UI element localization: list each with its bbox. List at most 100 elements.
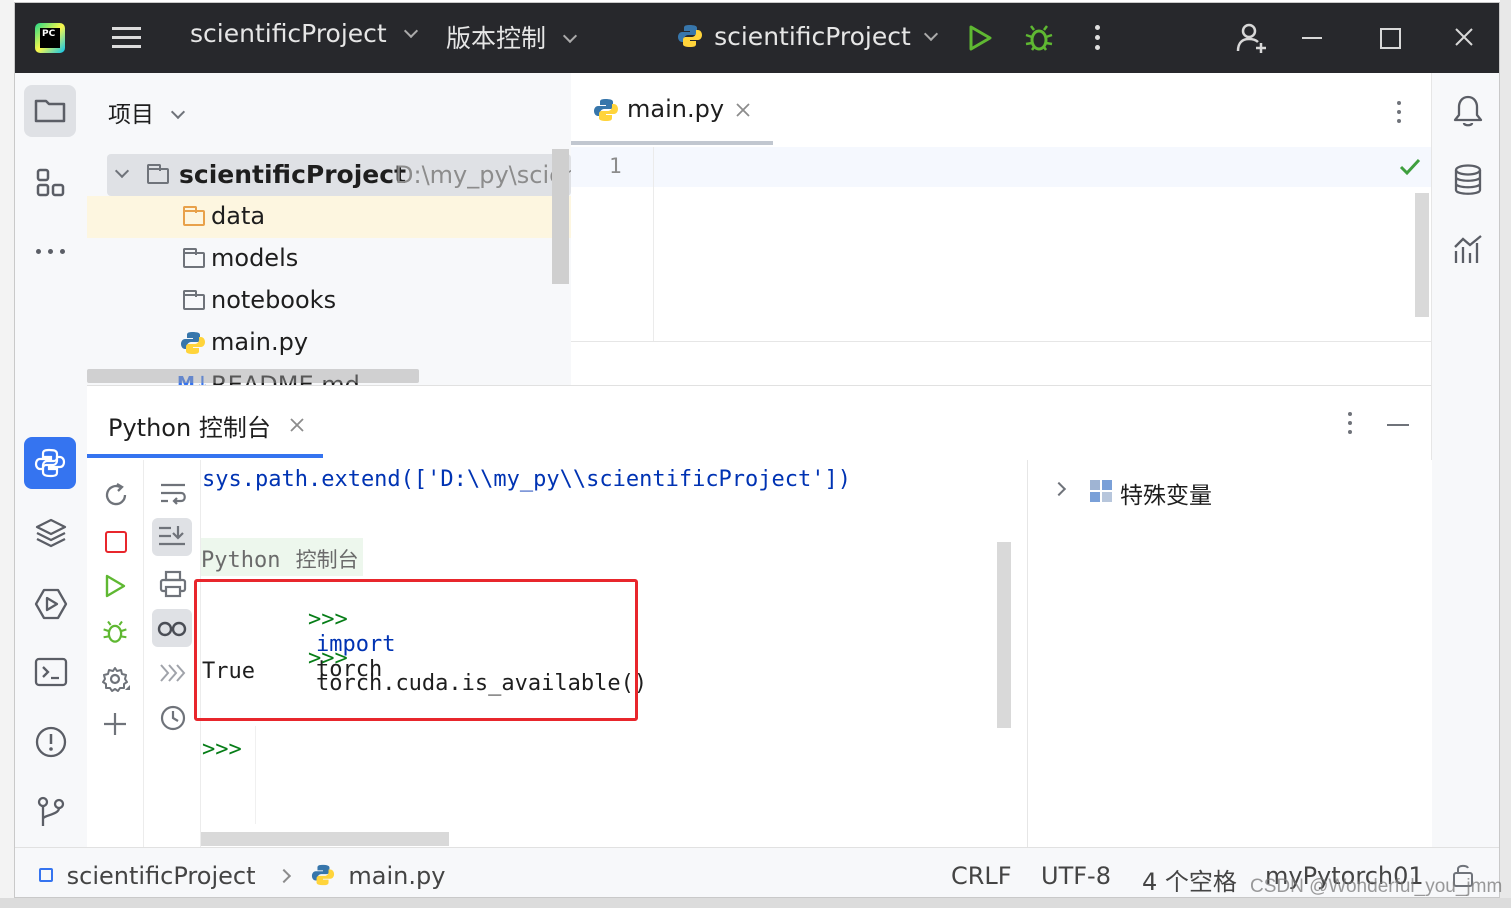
tree-root-path: D:\my_py\scien: [395, 161, 572, 189]
editor-tab-label: main.py: [627, 95, 725, 123]
close-icon[interactable]: [1454, 27, 1474, 47]
hide-panel-icon[interactable]: [1387, 424, 1409, 426]
current-line-highlight: [571, 147, 1431, 187]
vcs-menu[interactable]: 版本控制: [446, 19, 578, 57]
chevron-right-icon: [1051, 481, 1067, 497]
run-icon[interactable]: [103, 573, 127, 599]
horizontal-scrollbar[interactable]: [87, 369, 419, 383]
project-tool-button[interactable]: [24, 85, 76, 137]
folder-icon: [34, 99, 66, 123]
close-tab-icon[interactable]: [290, 418, 304, 432]
no-problems-check-icon: [1399, 158, 1421, 176]
more-actions-icon[interactable]: [1095, 25, 1101, 51]
breadcrumb-project[interactable]: scientificProject: [67, 862, 256, 890]
ide-window: PC scientificProject 版本控制 scientificProj…: [14, 2, 1500, 898]
scroll-to-end-icon: [159, 526, 185, 546]
indent-widget[interactable]: 4 个空格: [1142, 862, 1237, 897]
project-switcher[interactable]: scientificProject: [190, 19, 418, 57]
desktop-edge-bottom: [0, 898, 1511, 908]
editor-tab-main-py[interactable]: main.py: [571, 73, 773, 147]
right-tool-strip: [1431, 73, 1499, 847]
editor-body[interactable]: 1: [571, 147, 1431, 341]
app-logo-text: PC: [42, 29, 56, 39]
tree-item-label: data: [211, 202, 266, 230]
encoding-widget[interactable]: UTF-8: [1041, 862, 1111, 890]
console-tab-label: Python 控制台: [108, 414, 271, 442]
stop-icon[interactable]: [105, 531, 127, 553]
project-panel-title: 项目: [108, 102, 154, 128]
folder-icon: [183, 206, 205, 226]
console-prompt: >>>: [202, 737, 242, 762]
active-tab-underline: [87, 454, 323, 458]
more-tools-icon[interactable]: [36, 249, 66, 255]
tree-item-main-py[interactable]: main.py: [87, 322, 571, 364]
chevron-down-icon: [114, 163, 130, 179]
close-tab-icon[interactable]: [736, 103, 750, 117]
debug-icon[interactable]: [101, 618, 129, 646]
tree-item-notebooks[interactable]: notebooks: [87, 280, 571, 322]
breadcrumb-file[interactable]: main.py: [348, 862, 445, 890]
console-horizontal-scrollbar[interactable]: [201, 832, 449, 846]
minimize-icon[interactable]: [1302, 37, 1322, 39]
console-vertical-scrollbar[interactable]: [997, 542, 1011, 728]
rerun-icon[interactable]: [103, 482, 129, 508]
chevron-right-icon: [277, 868, 292, 884]
run-icon[interactable]: [967, 24, 993, 52]
console-line-sys-path: sys.path.extend(['D:\\my_py\\scientificP…: [202, 467, 852, 492]
debug-icon[interactable]: [1023, 22, 1055, 54]
console-tab[interactable]: Python 控制台: [87, 386, 323, 460]
command-queue-icon[interactable]: [158, 662, 188, 684]
variables-special-row[interactable]: 特殊变量: [1028, 472, 1432, 509]
desktop-edge-right: [1500, 0, 1511, 908]
title-bar: PC scientificProject 版本控制 scientificProj…: [15, 3, 1499, 73]
app-logo-icon[interactable]: PC: [35, 23, 65, 53]
tree-item-models[interactable]: models: [87, 238, 571, 280]
print-icon[interactable]: [158, 570, 188, 598]
python-console-icon: [34, 448, 66, 478]
console-input-row[interactable]: >>>: [201, 726, 1013, 824]
active-tab-underline: [571, 141, 773, 145]
vertical-scrollbar[interactable]: [552, 149, 569, 284]
scroll-to-end-button[interactable]: [152, 518, 192, 556]
desktop-edge-left: [0, 0, 14, 908]
console-output[interactable]: sys.path.extend(['D:\\my_py\\scientificP…: [194, 460, 1013, 826]
editor-more-icon[interactable]: [1397, 101, 1401, 125]
problems-icon[interactable]: [34, 725, 68, 759]
tree-root-row[interactable]: scientificProject D:\my_py\scien: [107, 154, 571, 196]
chevron-down-icon: [403, 23, 418, 39]
run-config-label: scientificProject: [714, 22, 911, 51]
terminal-icon[interactable]: [34, 657, 68, 687]
history-clock-icon[interactable]: [159, 704, 187, 732]
settings-gear-icon[interactable]: [101, 665, 131, 695]
tree-item-label: main.py: [211, 328, 309, 356]
folder-icon: [147, 164, 169, 184]
line-ending-widget[interactable]: CRLF: [951, 862, 1012, 890]
structure-icon[interactable]: [35, 167, 67, 199]
vcs-menu-label: 版本控制: [446, 24, 547, 53]
banner-console-text: 控制台: [295, 548, 359, 572]
layers-icon[interactable]: [34, 516, 68, 550]
python-file-icon: [181, 332, 205, 354]
maximize-icon[interactable]: [1380, 28, 1401, 49]
tree-item-data[interactable]: data: [87, 196, 571, 238]
add-icon[interactable]: [103, 712, 127, 736]
run-config-selector[interactable]: scientificProject: [677, 19, 938, 57]
show-variables-button[interactable]: [152, 609, 192, 647]
console-banner: Python 控制台: [201, 538, 363, 576]
notifications-bell-icon[interactable]: [1452, 93, 1484, 129]
breadcrumb: scientificProject main.py: [39, 860, 445, 890]
python-console-tool-button[interactable]: [24, 437, 76, 489]
database-icon[interactable]: [1453, 163, 1483, 197]
console-options-icon[interactable]: [1348, 412, 1352, 436]
soft-wrap-icon[interactable]: [159, 482, 187, 506]
services-icon[interactable]: [33, 586, 69, 622]
git-branch-icon[interactable]: [35, 795, 67, 829]
project-panel-header[interactable]: 项目: [108, 95, 186, 128]
project-switcher-label: scientificProject: [190, 19, 387, 48]
editor-scrollbar[interactable]: [1415, 193, 1429, 317]
add-user-icon[interactable]: [1235, 21, 1269, 55]
python-file-icon: [594, 99, 618, 121]
main-menu-icon[interactable]: [112, 25, 141, 51]
special-variables-label: 特殊变量: [1120, 483, 1212, 509]
sciview-chart-icon[interactable]: [1452, 233, 1484, 267]
